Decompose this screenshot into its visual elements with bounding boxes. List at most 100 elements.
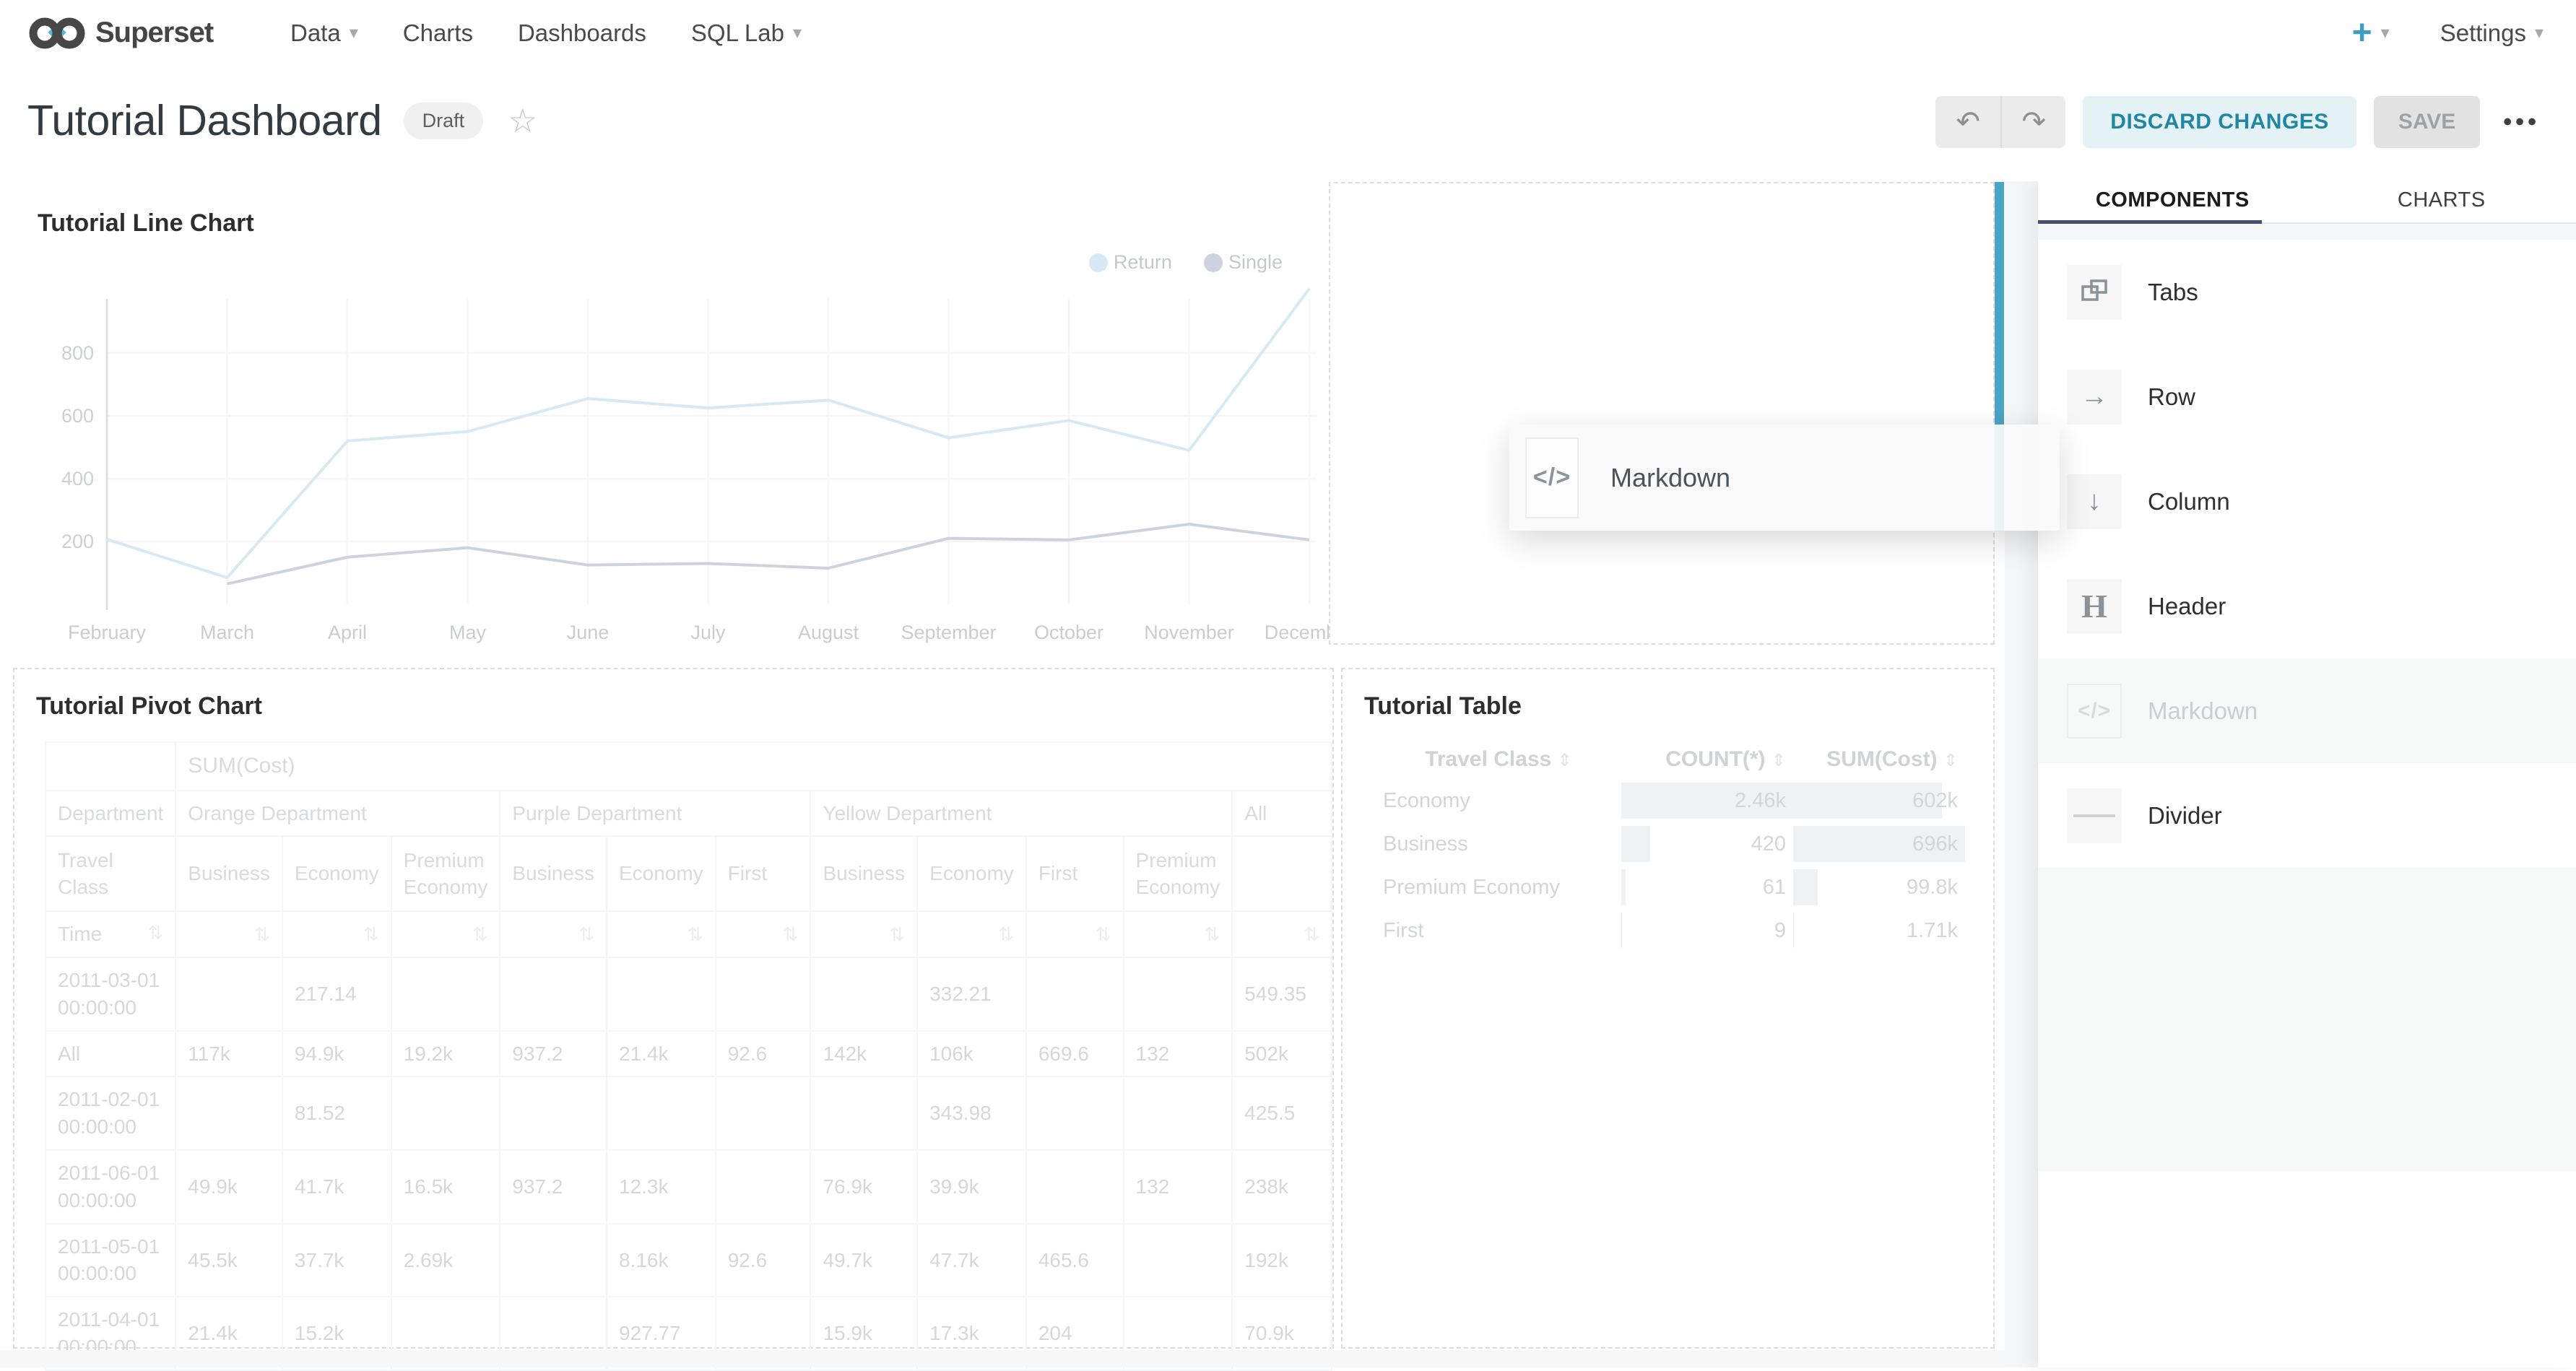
svg-text:June: June xyxy=(567,622,610,643)
redo-button[interactable]: ↷ xyxy=(2000,96,2065,148)
sort-icon[interactable]: ⇅ xyxy=(889,922,905,947)
pivot-column-header[interactable]: Economy xyxy=(282,836,391,911)
sidebar-item-column[interactable]: ↓ Column xyxy=(2038,449,2576,554)
pivot-column-header[interactable]: Economy xyxy=(607,836,716,911)
sort-icon[interactable]: ⇅ xyxy=(148,920,164,946)
cell-value: 602k xyxy=(1800,789,1958,813)
sidebar-item-row[interactable]: →Row xyxy=(2038,344,2576,449)
pivot-sort-cell[interactable]: ⇅ xyxy=(917,911,1026,957)
drag-ghost-markdown[interactable]: </> Markdown xyxy=(1509,425,2060,531)
data-table: Travel Class ⇕COUNT(*) ⇕SUM(Cost) ⇕Econo… xyxy=(1376,739,1965,954)
favorite-star-icon[interactable]: ☆ xyxy=(508,101,537,140)
pivot-value-cell xyxy=(716,957,811,1031)
pivot-column-header[interactable]: First xyxy=(716,836,811,911)
pivot-value-cell: 937.2 xyxy=(500,1031,607,1077)
pivot-time-label[interactable]: Time⇅ xyxy=(45,911,175,957)
legend-item-return[interactable]: Return xyxy=(1089,251,1172,274)
nav-item-sql-lab[interactable]: SQL Lab▾ xyxy=(691,19,802,47)
pivot-column-header[interactable]: First xyxy=(1026,836,1124,911)
pivot-sort-cell[interactable]: ⇅ xyxy=(1232,911,1332,957)
pivot-value-cell xyxy=(500,1224,607,1297)
table-row: 2011-02-01 00:00:0081.52343.98425.5 xyxy=(45,1076,1332,1150)
sidebar-item-label: Column xyxy=(2148,488,2230,515)
column-header-sum-cost-[interactable]: SUM(Cost) ⇕ xyxy=(1793,741,1965,778)
nav-item-label: Dashboards xyxy=(518,19,646,47)
pivot-column-header[interactable]: Economy xyxy=(917,836,1026,911)
pivot-sort-cell[interactable]: ⇅ xyxy=(1026,911,1124,957)
pivot-value-cell: 92.6 xyxy=(716,1224,811,1297)
table-chart-card[interactable]: Tutorial Table Travel Class ⇕COUNT(*) ⇕S… xyxy=(1341,668,1995,1349)
pivot-sort-cell[interactable]: ⇅ xyxy=(810,911,917,957)
pivot-value-cell: 21.4k xyxy=(607,1031,716,1077)
pivot-column-header[interactable]: Business xyxy=(810,836,917,911)
save-button[interactable]: SAVE xyxy=(2374,96,2480,148)
sort-icon[interactable]: ⇅ xyxy=(578,922,594,947)
sidebar-item-label: Header xyxy=(2148,593,2226,620)
chart-legend: Return Single xyxy=(1089,251,1283,274)
tab-charts[interactable]: CHARTS xyxy=(2307,178,2576,222)
column-arrow-icon: ↓ xyxy=(2067,474,2122,529)
top-navbar: Superset Data▾ Charts Dashboards SQL Lab▾ +… xyxy=(0,0,2576,66)
sidebar-gap xyxy=(2005,178,2038,1367)
column-header-travel-class[interactable]: Travel Class ⇕ xyxy=(1376,741,1621,778)
sidebar-item-tabs[interactable]: Tabs xyxy=(2038,240,2576,344)
pivot-table: SUM(Cost)DepartmentOrange DepartmentPurp… xyxy=(45,741,1332,1371)
sort-icon[interactable]: ⇕ xyxy=(1771,751,1786,770)
pivot-value-cell: 37.7k xyxy=(282,1224,391,1297)
pivot-column-header[interactable]: Premium Economy xyxy=(391,836,500,911)
pivot-col-group: Purple Department xyxy=(500,791,810,837)
pivot-row-label: 2011-02-01 00:00:00 xyxy=(45,1076,175,1150)
pivot-sort-cell[interactable]: ⇅ xyxy=(1124,911,1233,957)
sort-icon[interactable]: ⇅ xyxy=(688,922,703,947)
table-row: 2011-05-01 00:00:0045.5k37.7k2.69k8.16k9… xyxy=(45,1224,1332,1297)
nav-item-label: SQL Lab xyxy=(691,19,784,47)
column-header-count-[interactable]: COUNT(*) ⇕ xyxy=(1621,741,1793,778)
sort-icon[interactable]: ⇅ xyxy=(783,922,799,947)
nav-item-data[interactable]: Data▾ xyxy=(290,19,358,47)
cell-value: Business xyxy=(1383,832,1614,856)
pivot-value-cell xyxy=(1026,957,1124,1031)
pivot-row-label: All xyxy=(45,1031,175,1077)
legend-item-single[interactable]: Single xyxy=(1204,251,1283,274)
sort-icon[interactable]: ⇅ xyxy=(472,922,488,947)
discard-changes-button[interactable]: DISCARD CHANGES xyxy=(2083,96,2356,148)
pivot-value-cell: 117k xyxy=(175,1031,282,1077)
add-new-button[interactable]: + ▾ xyxy=(2352,16,2390,51)
sort-icon[interactable]: ⇅ xyxy=(1204,922,1220,947)
pivot-sort-cell[interactable]: ⇅ xyxy=(391,911,500,957)
settings-menu[interactable]: Settings ▾ xyxy=(2440,19,2544,47)
pivot-column-header[interactable]: Business xyxy=(175,836,282,911)
page-title[interactable]: Tutorial Dashboard xyxy=(27,96,382,145)
pivot-sort-cell[interactable]: ⇅ xyxy=(500,911,607,957)
superset-logo[interactable]: Superset xyxy=(29,12,246,55)
sort-icon[interactable]: ⇅ xyxy=(254,922,270,947)
pivot-value-cell: 8.16k xyxy=(607,1224,716,1297)
tab-components[interactable]: COMPONENTS xyxy=(2038,178,2307,222)
nav-item-charts[interactable]: Charts xyxy=(403,19,473,47)
pivot-column-header[interactable] xyxy=(1232,836,1332,911)
pivot-sort-cell[interactable]: ⇅ xyxy=(175,911,282,957)
more-menu-icon[interactable]: ••• xyxy=(2497,108,2546,136)
sidebar-item-divider[interactable]: Divider xyxy=(2038,763,2576,868)
sort-icon[interactable]: ⇕ xyxy=(1558,751,1572,770)
sort-icon[interactable]: ⇕ xyxy=(1943,751,1958,770)
divider-icon xyxy=(2067,788,2122,843)
sort-icon[interactable]: ⇅ xyxy=(1304,922,1319,947)
pivot-sort-cell[interactable]: ⇅ xyxy=(607,911,716,957)
nav-item-label: Charts xyxy=(403,19,473,47)
cell-value: 61 xyxy=(1629,876,1786,900)
sidebar-item-header[interactable]: HHeader xyxy=(2038,554,2576,658)
nav-item-dashboards[interactable]: Dashboards xyxy=(518,19,646,47)
cell-metric: 1.71k xyxy=(1793,910,1965,951)
pivot-sort-cell[interactable]: ⇅ xyxy=(716,911,811,957)
sort-icon[interactable]: ⇅ xyxy=(1096,922,1111,947)
pivot-chart-card[interactable]: Tutorial Pivot Chart SUM(Cost)Department… xyxy=(13,668,1334,1349)
line-chart-card[interactable]: Tutorial Line Chart ReturnSingle 2004006… xyxy=(13,182,1330,645)
sort-icon[interactable]: ⇅ xyxy=(998,922,1014,947)
pivot-column-header[interactable]: Business xyxy=(500,836,607,911)
pivot-value-cell xyxy=(500,1076,607,1150)
sort-icon[interactable]: ⇅ xyxy=(363,922,379,947)
pivot-column-header[interactable]: Premium Economy xyxy=(1124,836,1233,911)
pivot-sort-cell[interactable]: ⇅ xyxy=(282,911,391,957)
undo-button[interactable]: ↶ xyxy=(1935,96,2000,148)
